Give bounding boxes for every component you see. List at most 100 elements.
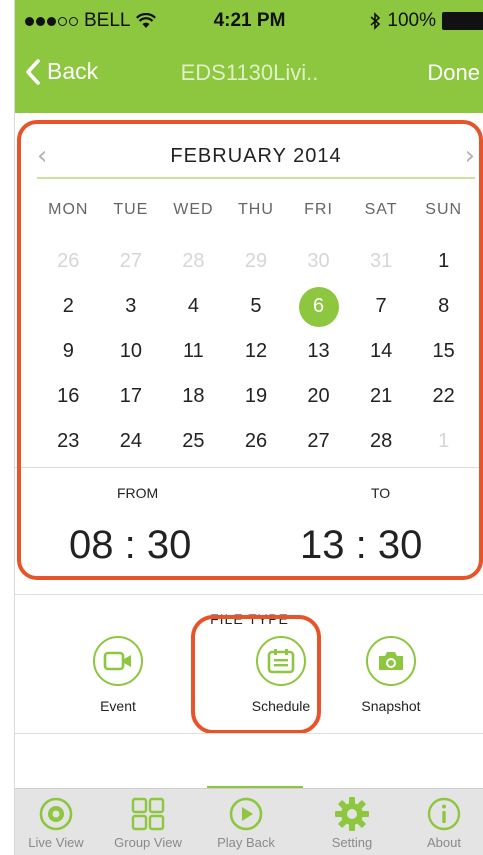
day-number: 21 <box>369 385 393 407</box>
day-number: 19 <box>244 385 268 407</box>
calendar-day[interactable]: 9 <box>37 329 100 374</box>
gear-icon <box>335 797 369 831</box>
day-number: 1 <box>438 430 450 452</box>
day-number: 15 <box>432 340 455 362</box>
calendar-week: 2 3 4 5 6 7 8 <box>37 284 475 329</box>
done-button[interactable]: Done <box>427 60 480 86</box>
from-time-picker[interactable]: 08 : 30 <box>69 523 191 568</box>
calendar-day[interactable]: 7 <box>350 284 413 329</box>
calendar-day[interactable]: 14 <box>350 329 413 374</box>
calendar-day[interactable]: 17 <box>100 374 163 419</box>
from-label: FROM <box>117 485 159 501</box>
schedule-label: Schedule <box>251 698 311 714</box>
day-number: 31 <box>369 250 393 272</box>
day-number: 11 <box>183 340 204 362</box>
header: BELL 4:21 PM 100% Back EDS1130Livi.. Don… <box>15 0 483 113</box>
calendar-day[interactable]: 1 <box>412 239 475 284</box>
tab-setting[interactable]: Setting <box>305 795 399 850</box>
day-number: 2 <box>62 295 74 317</box>
day-number: 13 <box>307 340 330 362</box>
file-type-heading: FILE TYPE <box>210 611 289 627</box>
next-month-button[interactable]: › <box>465 141 475 171</box>
calendar-day[interactable]: 28 <box>350 419 413 464</box>
camera-icon <box>379 652 403 670</box>
tab-live-view[interactable]: Live View <box>15 795 103 850</box>
schedule-filter-button[interactable]: Schedule <box>226 636 336 714</box>
day-number: 9 <box>62 340 74 362</box>
calendar-day[interactable]: 16 <box>37 374 100 419</box>
calendar-day[interactable]: 15 <box>412 329 475 374</box>
status-bar: BELL 4:21 PM 100% <box>15 0 483 40</box>
day-number: 28 <box>182 250 205 272</box>
play-back-icon <box>229 797 263 831</box>
weekday-header: MON TUE WED THU FRI SAT SUN <box>37 201 475 219</box>
calendar-day[interactable]: 10 <box>100 329 163 374</box>
calendar-day[interactable]: 24 <box>100 419 163 464</box>
calendar-day: 30 <box>287 239 350 284</box>
day-number: 24 <box>119 430 142 452</box>
day-number: 29 <box>244 250 268 272</box>
calendar-day[interactable]: 13 <box>287 329 350 374</box>
to-label: TO <box>371 485 391 501</box>
month-divider <box>37 177 475 179</box>
calendar-day[interactable]: 22 <box>412 374 475 419</box>
calendar-day[interactable]: 27 <box>287 419 350 464</box>
group-view-icon <box>131 797 165 831</box>
calendar-day[interactable]: 11 <box>162 329 225 374</box>
calendar-day[interactable]: 21 <box>350 374 413 419</box>
day-number: 27 <box>119 250 142 272</box>
tab-group-view[interactable]: Group View <box>101 795 195 850</box>
calendar-day[interactable]: 18 <box>162 374 225 419</box>
calendar-day-selected[interactable]: 6 <box>287 284 350 329</box>
calendar-day[interactable]: 19 <box>225 374 288 419</box>
day-number: 10 <box>119 340 142 362</box>
snapshot-label: Snapshot <box>361 698 421 714</box>
calendar-week: 9 10 11 12 13 14 15 <box>37 329 475 374</box>
calendar-day[interactable]: 5 <box>225 284 288 329</box>
calendar-day[interactable]: 25 <box>162 419 225 464</box>
event-label: Event <box>100 698 136 714</box>
event-filter-button[interactable]: Event <box>63 636 173 714</box>
calendar-day[interactable]: 3 <box>100 284 163 329</box>
calendar-icon <box>267 649 295 674</box>
calendar-day: 1 <box>412 419 475 464</box>
weekday-label: TUE <box>113 201 149 218</box>
calendar-day[interactable]: 26 <box>225 419 288 464</box>
day-number: 28 <box>369 430 393 452</box>
calendar-week: 16 17 18 19 20 21 22 <box>37 374 475 419</box>
day-number: 7 <box>375 295 387 317</box>
tab-about[interactable]: About <box>397 795 483 850</box>
calendar-day[interactable]: 12 <box>225 329 288 374</box>
calendar-day[interactable]: 2 <box>37 284 100 329</box>
day-number: 6 <box>298 286 339 327</box>
calendar-week: 26 27 28 29 30 31 1 <box>37 239 475 284</box>
calendar-day: 28 <box>162 239 225 284</box>
tab-play-back[interactable]: Play Back <box>199 795 293 850</box>
time-divider <box>15 467 483 468</box>
calendar-grid: 26 27 28 29 30 31 1 2 3 4 5 6 7 8 9 10 11 12 13 14 15 16 17 18 1… <box>37 239 475 464</box>
to-time-picker[interactable]: 13 : 30 <box>300 523 422 568</box>
info-icon <box>427 797 461 831</box>
app-screen: BELL 4:21 PM 100% Back EDS1130Livi.. Don… <box>14 0 483 855</box>
battery-percent: 100% <box>387 10 436 31</box>
calendar-day[interactable]: 4 <box>162 284 225 329</box>
snapshot-filter-button[interactable]: Snapshot <box>336 636 446 714</box>
calendar-day: 26 <box>37 239 100 284</box>
tab-label: About <box>427 835 461 850</box>
video-camera-icon <box>103 651 131 671</box>
day-number: 5 <box>250 295 262 317</box>
calendar-day[interactable]: 23 <box>37 419 100 464</box>
day-number: 16 <box>57 385 80 407</box>
day-number: 25 <box>182 430 205 452</box>
file-type-divider <box>15 594 483 595</box>
live-view-icon <box>39 797 73 831</box>
day-number: 20 <box>307 385 330 407</box>
tab-label: Play Back <box>217 835 275 850</box>
day-number: 18 <box>182 385 205 407</box>
weekday-label: WED <box>173 201 214 218</box>
day-number: 30 <box>307 250 330 272</box>
calendar-day: 31 <box>350 239 413 284</box>
calendar-day[interactable]: 8 <box>412 284 475 329</box>
calendar-day[interactable]: 20 <box>287 374 350 419</box>
tab-label: Live View <box>28 835 84 850</box>
